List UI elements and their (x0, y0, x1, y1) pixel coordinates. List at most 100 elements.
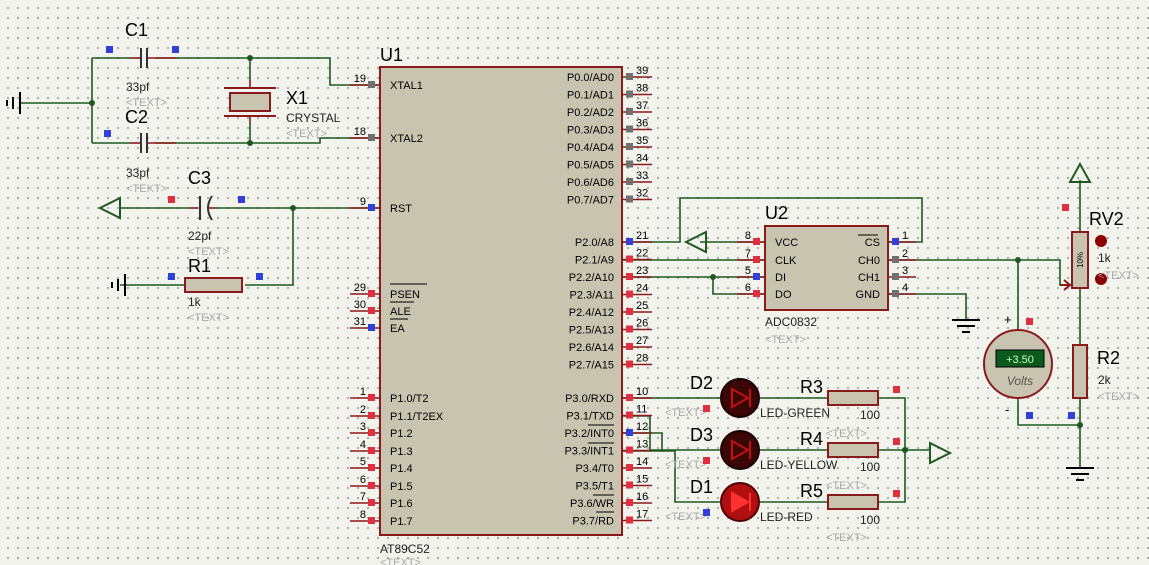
pin-number: 12 (636, 421, 648, 433)
power-arrow-leds (929, 441, 953, 465)
pin-name: P1.3 (390, 446, 413, 458)
pin-name: P2.2/A10 (569, 272, 614, 284)
x1-value: CRYSTAL (286, 111, 341, 125)
d1-text: <TEXT> (665, 511, 706, 523)
pin-name: PSEN (390, 289, 420, 301)
pin-state-indicator (368, 290, 375, 297)
pin-name: P1.5 (390, 481, 413, 493)
power-arrow-rst (97, 196, 121, 220)
pin-number: 19 (354, 73, 366, 85)
pin-state-indicator (626, 481, 633, 489)
pin-number: 2 (360, 404, 366, 416)
r1-text: <TEXT> (188, 312, 229, 324)
pin-number: 35 (636, 135, 648, 147)
pin-number: 9 (360, 196, 366, 208)
potentiometer-rv2[interactable]: 10% RV2 1k <TEXT> (1060, 204, 1139, 291)
voltmeter-reading: +3.50 (1006, 354, 1034, 366)
ground-symbol-u2 (952, 319, 980, 333)
pin-number: 39 (636, 65, 648, 77)
capacitor-c3[interactable]: C3 22pf <TEXT> (168, 168, 245, 258)
microcontroller-u1[interactable]: U1 AT89C52 <TEXT> 19XTAL118XTAL29RST29PS… (350, 45, 652, 565)
schematic-canvas[interactable]: C1 33pf <TEXT> C2 33pf <TEXT> X1 CRYSTAL… (0, 0, 1149, 565)
rv2-text: <TEXT> (1098, 270, 1139, 282)
resistor-r1[interactable]: R1 1k <TEXT> (168, 256, 263, 324)
pin-state-indicator (368, 464, 375, 471)
d2-text: <TEXT> (665, 407, 706, 419)
pin-state-indicator (626, 429, 633, 436)
d3-ref: D3 (690, 425, 713, 445)
pin-number: 15 (636, 474, 648, 486)
pin-name: CH0 (858, 255, 880, 267)
pin-name: DI (775, 272, 786, 284)
pin-number: 31 (354, 316, 366, 328)
c2-text: <TEXT> (126, 183, 167, 195)
pin-number: 6 (360, 474, 366, 486)
d3-value: LED-YELLOW (760, 458, 838, 472)
pin-name: P0.6/AD6 (567, 177, 614, 189)
pin-name: P3.1/TXD (566, 411, 614, 423)
pin-number: 4 (360, 439, 366, 451)
pin-state-indicator (368, 324, 375, 331)
pin-state-indicator (626, 195, 633, 203)
pin-number: 1 (360, 386, 366, 398)
pin-number: 8 (745, 230, 751, 242)
pin-name: EA (390, 323, 405, 335)
r3-value: 100 (860, 408, 880, 422)
adc-u2[interactable]: U2 ADC0832 <TEXT> 8 VCC 7 CLK 5 DI 6 DO 1 CS 2 CH0… (737, 203, 916, 346)
pin-number: 23 (636, 265, 648, 277)
pin-state-indicator (626, 160, 633, 168)
r2-text: <TEXT> (1098, 391, 1139, 403)
pin-name: P2.1/A9 (575, 255, 614, 267)
pin-state-indicator (368, 517, 375, 524)
pin-name: P2.3/A11 (570, 290, 614, 302)
pin-name: P0.1/AD1 (567, 90, 614, 102)
pin-state-indicator (626, 394, 633, 401)
pin-number: 33 (636, 170, 648, 182)
power-arrow-rv2 (1068, 161, 1092, 183)
pin-name: P0.4/AD4 (567, 142, 614, 154)
pin-state-indicator (626, 255, 633, 263)
pin-state-indicator (626, 325, 633, 333)
pin-name: P1.2 (390, 428, 413, 440)
pin-name: P3.5/T1 (575, 481, 614, 493)
c2-ref: C2 (125, 107, 148, 127)
resistor-r2[interactable]: R2 2k <TEXT> (1068, 344, 1139, 419)
pin-name: P1.7 (390, 516, 413, 528)
pin-name: P2.0/A8 (575, 237, 614, 249)
pin-state-indicator (626, 360, 633, 368)
pin-number: 8 (360, 509, 366, 521)
pin-number: 24 (636, 283, 648, 295)
pin-state-indicator (368, 307, 375, 314)
pin-number: 25 (636, 300, 648, 312)
capacitor-c1[interactable]: C1 33pf <TEXT> (106, 20, 179, 109)
capacitor-c2[interactable]: C2 33pf <TEXT> (104, 107, 176, 195)
r1-value: 1k (188, 295, 202, 309)
rv2-increase-button[interactable] (1095, 235, 1107, 247)
pin-name: P0.2/AD2 (567, 107, 614, 119)
c1-ref: C1 (125, 20, 148, 40)
pin-number: 38 (636, 83, 648, 95)
u2-text: <TEXT> (765, 334, 806, 346)
pin-number: 30 (354, 299, 366, 311)
pin-name: XTAL2 (390, 133, 423, 145)
pin-state-indicator (626, 446, 633, 454)
pin-name: RST (390, 203, 412, 215)
pin-state-indicator (626, 290, 633, 298)
pin-state-indicator (626, 178, 633, 185)
pin-name: P1.1/T2EX (390, 411, 444, 423)
pin-name: P0.0/AD0 (567, 72, 614, 84)
pin-name: P2.7/A15 (569, 360, 614, 372)
c1-value: 33pf (126, 80, 150, 94)
pin-number: 10 (636, 386, 648, 398)
pin-name: P0.3/AD3 (567, 125, 614, 137)
pin-state-indicator (626, 464, 633, 471)
pin-name: VCC (775, 237, 798, 249)
pin-state-indicator (626, 125, 633, 133)
crystal-x1[interactable]: X1 CRYSTAL <TEXT> (224, 80, 341, 140)
rv2-ref: RV2 (1089, 209, 1124, 229)
pin-number: 27 (636, 335, 648, 347)
u2-ref: U2 (765, 203, 788, 223)
pin-state-indicator (368, 482, 375, 489)
x1-text: <TEXT> (286, 128, 327, 140)
led-d1[interactable]: D1 LED-RED <TEXT> (665, 477, 813, 524)
